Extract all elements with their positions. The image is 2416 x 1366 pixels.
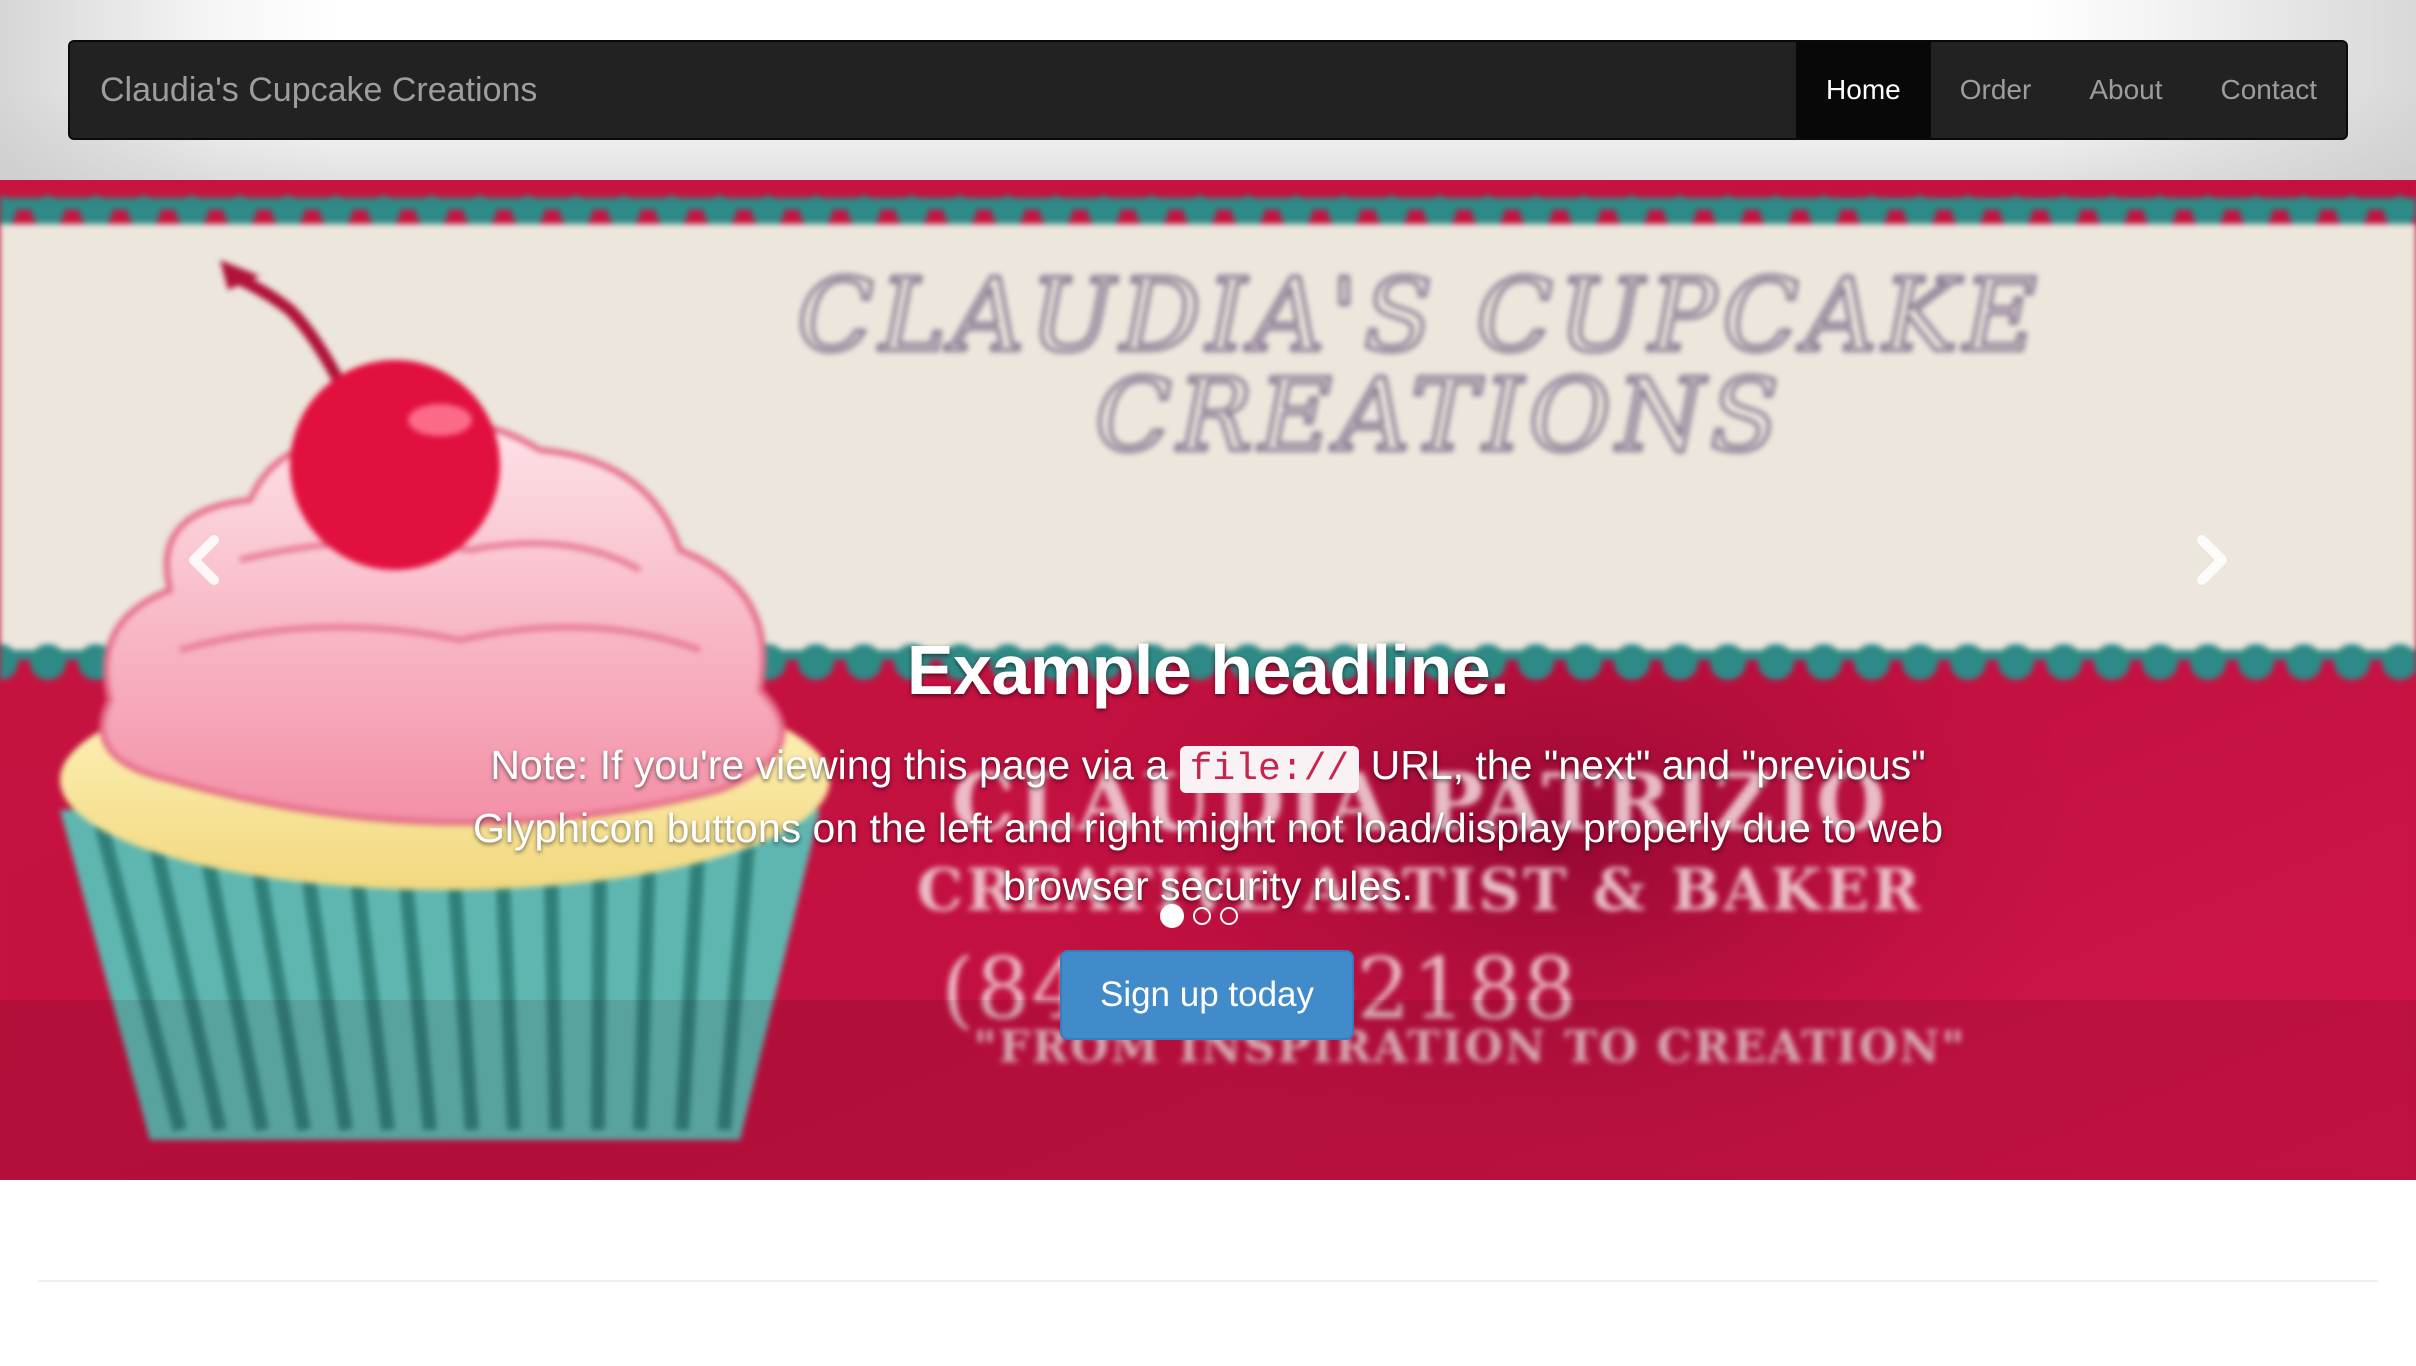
nav-item-about[interactable]: About xyxy=(2060,42,2191,138)
chevron-right-icon xyxy=(2197,535,2227,585)
nav-item-contact[interactable]: Contact xyxy=(2192,42,2347,138)
nav-item-home[interactable]: Home xyxy=(1796,42,1931,138)
carousel-note-text-start: Note: If you're viewing this page via a xyxy=(490,742,1180,788)
carousel-next-button[interactable] xyxy=(2126,480,2306,640)
carousel-caption: Example headline. Note: If you're viewin… xyxy=(420,628,1996,915)
carousel-headline: Example headline. xyxy=(906,631,1510,709)
nav-menu: Home Order About Contact xyxy=(1796,42,2346,138)
navbar: Claudia's Cupcake Creations Home Order A… xyxy=(68,40,2348,140)
nav-item-order[interactable]: Order xyxy=(1931,42,2061,138)
navbar-brand[interactable]: Claudia's Cupcake Creations xyxy=(100,42,537,138)
chevron-left-icon xyxy=(189,535,219,585)
sign-up-button[interactable]: Sign up today xyxy=(1060,950,1354,1040)
carousel-indicators xyxy=(1160,904,1238,928)
carousel-note: Note: If you're viewing this page via a … xyxy=(420,736,1996,915)
carousel-indicator-3[interactable] xyxy=(1220,907,1238,925)
carousel-previous-button[interactable] xyxy=(110,480,290,640)
banner-title-line-2: CREATIONS xyxy=(1095,357,1785,474)
section-divider xyxy=(38,1280,2378,1282)
carousel-note-code: file:// xyxy=(1179,746,1360,793)
carousel-indicator-2[interactable] xyxy=(1193,907,1211,925)
carousel-indicator-1[interactable] xyxy=(1160,904,1184,928)
